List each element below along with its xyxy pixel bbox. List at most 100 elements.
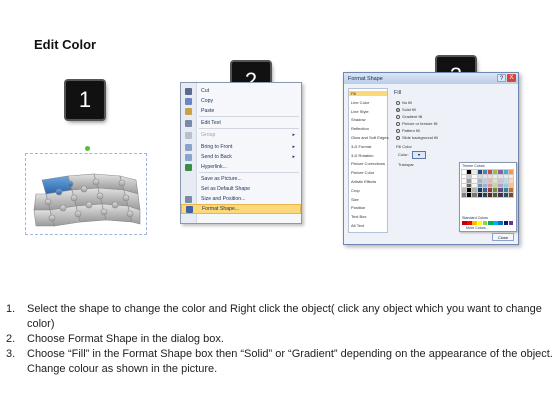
color-swatch[interactable] — [487, 187, 494, 194]
category-alt-text[interactable]: Alt Text — [351, 223, 364, 228]
menu-item-paste[interactable]: Paste — [181, 106, 301, 116]
color-swatch[interactable] — [466, 187, 473, 194]
color-swatch[interactable] — [493, 221, 498, 225]
radio-icon[interactable] — [396, 128, 400, 133]
color-swatch[interactable] — [487, 169, 494, 175]
color-swatch[interactable] — [502, 173, 510, 180]
puzzle-shape[interactable] — [32, 172, 142, 232]
color-swatch[interactable] — [487, 178, 494, 185]
color-swatch[interactable] — [507, 169, 515, 175]
radio-icon[interactable] — [396, 114, 400, 119]
category-size[interactable]: Size — [351, 197, 359, 202]
color-swatch[interactable] — [481, 173, 489, 180]
color-swatch[interactable] — [466, 169, 473, 175]
color-picker-button[interactable]: ▾ — [412, 151, 426, 159]
color-swatch[interactable] — [476, 191, 484, 198]
color-swatch[interactable] — [462, 221, 467, 225]
color-swatch[interactable] — [487, 191, 494, 198]
category-line-style[interactable]: Line Style — [351, 109, 369, 114]
color-swatch[interactable] — [507, 187, 515, 194]
fill-option-slide-background-fill[interactable]: Slide background fill — [396, 135, 438, 140]
color-swatch[interactable] — [497, 187, 504, 194]
color-swatch[interactable] — [471, 187, 478, 194]
color-swatch[interactable] — [466, 173, 473, 180]
color-swatch[interactable] — [487, 221, 493, 225]
color-swatch[interactable] — [476, 173, 484, 180]
radio-icon[interactable] — [396, 121, 400, 126]
color-swatch[interactable] — [502, 191, 510, 198]
color-swatch[interactable] — [466, 178, 473, 185]
color-swatch[interactable] — [487, 173, 494, 180]
color-swatch[interactable] — [492, 191, 499, 198]
menu-item-bring-to-front[interactable]: Bring to Front ▸ — [181, 142, 301, 152]
fill-option-no-fill[interactable]: No fill — [396, 100, 412, 105]
menu-item-send-to-back[interactable]: Send to Back ▸ — [181, 152, 301, 162]
category-shadow[interactable]: Shadow — [351, 117, 365, 122]
color-swatch[interactable] — [482, 221, 488, 225]
category-picture-color[interactable]: Picture Color — [351, 170, 374, 175]
color-swatch[interactable] — [508, 221, 514, 225]
rotation-handle[interactable] — [85, 146, 90, 151]
menu-item-save-as-picture[interactable]: Save as Picture... — [181, 174, 301, 184]
fill-option-picture-or-texture-fill[interactable]: Picture or texture fill — [396, 121, 437, 126]
color-swatch[interactable] — [502, 182, 510, 189]
color-swatch[interactable] — [476, 187, 484, 194]
category-fill[interactable]: Fill — [349, 91, 387, 96]
color-swatch[interactable] — [461, 187, 468, 194]
color-swatch[interactable] — [497, 169, 504, 175]
color-swatch[interactable] — [487, 182, 494, 189]
color-swatch[interactable] — [461, 169, 468, 175]
menu-item-hyperlink[interactable]: Hyperlink... — [181, 162, 301, 172]
color-swatch[interactable] — [502, 169, 510, 175]
radio-icon[interactable] — [396, 107, 400, 112]
category-reflection[interactable]: Reflection — [351, 126, 369, 131]
close-button[interactable]: Close — [492, 233, 514, 241]
color-swatch[interactable] — [492, 173, 499, 180]
color-swatch[interactable] — [467, 221, 472, 225]
category-picture-corrections[interactable]: Picture Corrections — [351, 161, 385, 166]
radio-icon[interactable] — [396, 100, 400, 105]
color-swatch[interactable] — [497, 178, 504, 185]
color-swatch[interactable] — [461, 182, 468, 189]
color-swatch[interactable] — [492, 178, 499, 185]
color-swatch[interactable] — [498, 221, 503, 225]
color-swatch[interactable] — [461, 178, 468, 185]
color-swatch[interactable] — [507, 191, 515, 198]
color-swatch[interactable] — [507, 173, 515, 180]
color-swatch[interactable] — [471, 173, 478, 180]
color-swatch[interactable] — [476, 178, 484, 185]
category-crop[interactable]: Crop — [351, 188, 360, 193]
menu-item-size-and-position[interactable]: Size and Position... — [181, 194, 301, 204]
color-swatch[interactable] — [471, 191, 478, 198]
color-swatch[interactable] — [476, 169, 484, 175]
menu-item-cut[interactable]: Cut — [181, 86, 301, 96]
color-swatch[interactable] — [507, 178, 515, 185]
color-swatch[interactable] — [497, 173, 504, 180]
color-swatch[interactable] — [481, 178, 489, 185]
category-3-d-rotation[interactable]: 3-D Rotation — [351, 153, 373, 158]
color-swatch[interactable] — [507, 182, 515, 189]
color-swatch[interactable] — [497, 182, 504, 189]
category-3-d-format[interactable]: 3-D Format — [351, 144, 371, 149]
menu-item-set-as-default-shape[interactable]: Set as Default Shape — [181, 184, 301, 194]
color-swatch[interactable] — [471, 178, 478, 185]
more-colors-link[interactable]: More Colors... — [466, 226, 489, 230]
color-swatch[interactable] — [492, 169, 499, 175]
color-swatch[interactable] — [492, 182, 499, 189]
color-swatch[interactable] — [471, 182, 478, 189]
color-swatch[interactable] — [481, 182, 489, 189]
color-swatch[interactable] — [502, 178, 510, 185]
category-glow-and-soft-edges[interactable]: Glow and Soft Edges — [351, 135, 389, 140]
category-position[interactable]: Position — [351, 205, 365, 210]
color-swatch[interactable] — [461, 191, 468, 198]
menu-item-edit-text[interactable]: Edit Text — [181, 118, 301, 128]
color-swatch[interactable] — [466, 191, 473, 198]
category-line-color[interactable]: Line Color — [351, 100, 369, 105]
color-swatch[interactable] — [502, 187, 510, 194]
help-button[interactable]: ? — [497, 74, 506, 82]
color-swatch[interactable] — [477, 221, 483, 225]
close-icon[interactable]: X — [507, 74, 516, 82]
color-swatch[interactable] — [481, 169, 489, 175]
color-swatch[interactable] — [481, 187, 489, 194]
color-swatch[interactable] — [492, 187, 499, 194]
